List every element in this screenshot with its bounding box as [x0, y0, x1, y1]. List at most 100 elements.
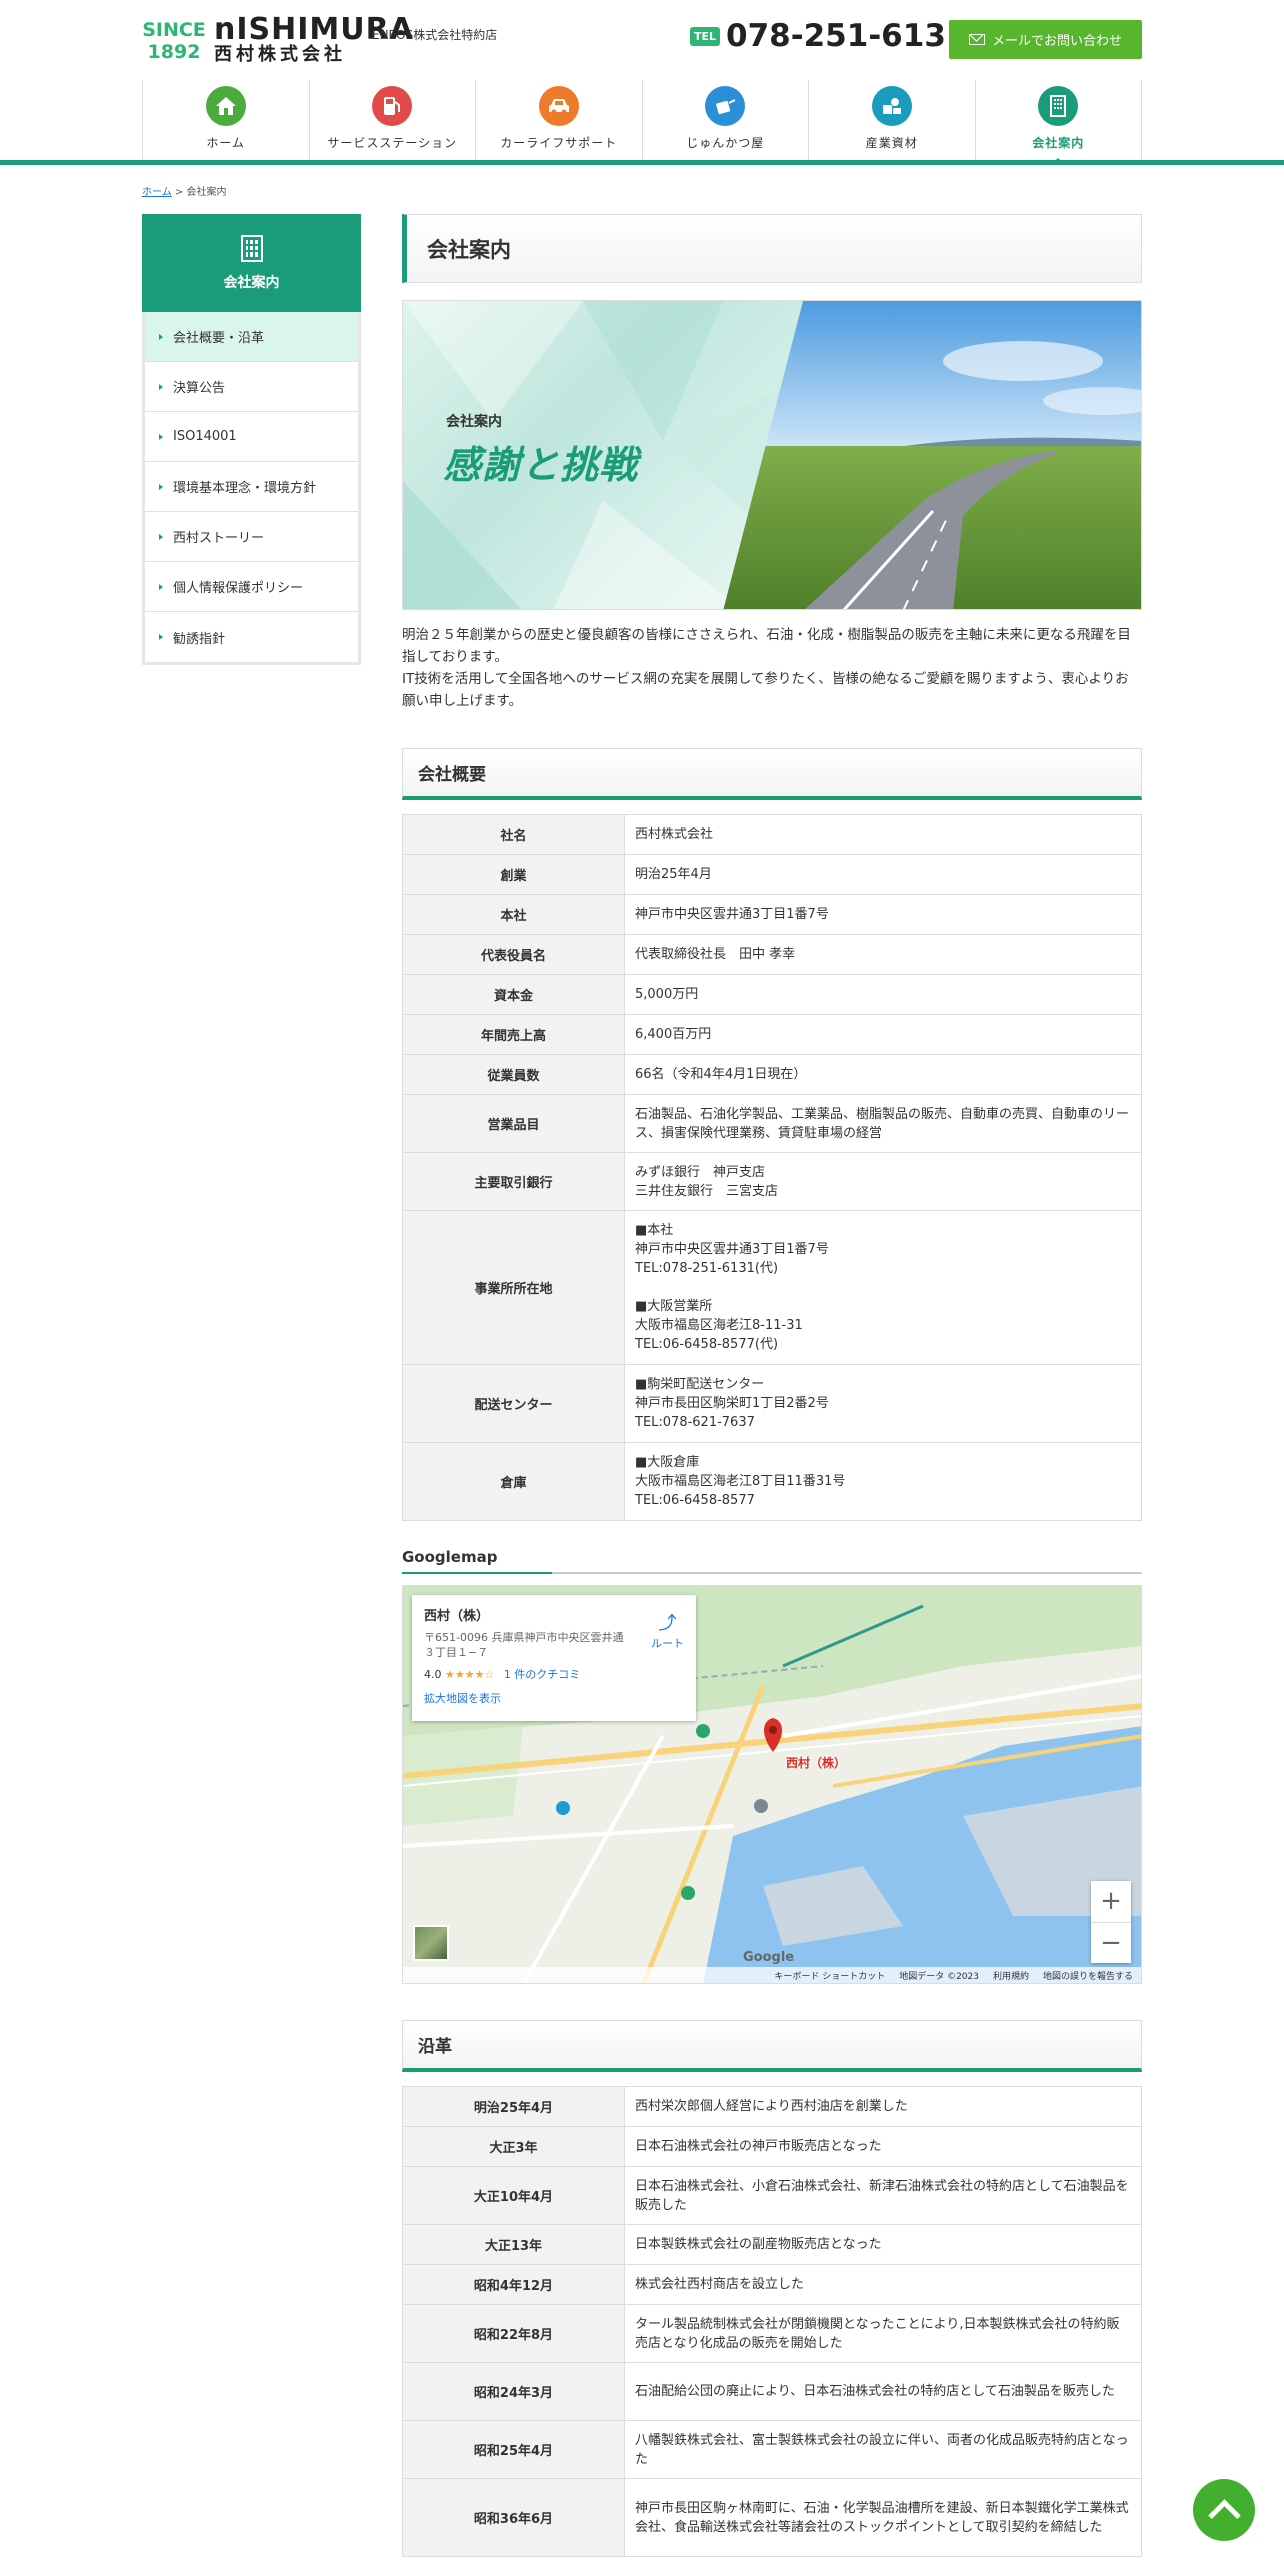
breadcrumb-separator: > — [174, 187, 184, 198]
nav-item-service-station[interactable]: サービスステーション — [308, 80, 476, 160]
history-row: 大正13年 日本製鉄株式会社の副産物販売店となった — [402, 2224, 1142, 2265]
value-line: TEL:06-6458-8577(代) — [635, 1337, 779, 1352]
value-line: 代表取締役社長 田中 孝幸 — [635, 947, 796, 962]
row-label: 主要取引銀行 — [402, 1152, 625, 1211]
breadcrumb-home-link[interactable]: ホーム — [142, 187, 172, 198]
report-error-link[interactable]: 地図の誤りを報告する — [1043, 1969, 1133, 1982]
value-line: 八幡製鉄株式会社、富士製鉄株式会社の設立に伴い、両者の化成品販売特約店となった — [635, 2432, 1129, 2467]
overview-table: 社名 西村株式会社 創業 明治25年4月 本社 神戸市中央区雲井通3丁目1番7号 代表役員名… — [402, 814, 1142, 1521]
map-marker-label[interactable]: 西村（株） — [786, 1754, 846, 1771]
row-value: 日本石油株式会社の神戸市販売店となった — [624, 2126, 1142, 2167]
row-value: 6,400百万円 — [624, 1014, 1142, 1055]
mail-icon — [968, 34, 985, 45]
overview-row: 倉庫 ■大阪倉庫 大阪市福島区海老江8丁目11番31号 TEL:06-6458-857… — [402, 1442, 1142, 1521]
overview-row: 資本金 5,000万円 — [402, 974, 1142, 1015]
map-info-card: 西村（株） 〒651-0096 兵庫県神戸市中央区雲井通３丁目１−７ 4.0 ★… — [412, 1595, 696, 1721]
directions-button[interactable]: ⤴ ルート — [651, 1609, 684, 1651]
row-value: 神戸市中央区雲井通3丁目1番7号 — [624, 894, 1142, 935]
overview-row: 主要取引銀行 みずほ銀行 神戸支店 三井住友銀行 三宮支店 — [402, 1152, 1142, 1211]
overview-row: 社名 西村株式会社 — [402, 814, 1142, 855]
nav-item-company[interactable]: 会社案内 — [974, 80, 1142, 165]
value-line: 三井住友銀行 三宮支店 — [635, 1183, 779, 1199]
value-line: 明治25年4月 — [635, 867, 712, 882]
row-label: 資本金 — [402, 974, 625, 1015]
nav-item-carlife-support[interactable]: カーライフサポート — [475, 80, 642, 160]
row-value: 西村栄次郎個人経営により西村油店を創業した — [624, 2086, 1142, 2127]
nav-item-industrial-materials[interactable]: 産業資材 — [808, 80, 975, 160]
zoom-in-button[interactable]: + — [1091, 1881, 1131, 1923]
value-line: タール製品統制株式会社が閉鎖機関となったことにより,日本製鉄株式会社の特約販売店… — [635, 2316, 1120, 2351]
overview-row: 事業所所在地 ■本社 神戸市中央区雲井通3丁目1番7号 TEL:078-251-613… — [402, 1210, 1142, 1365]
global-nav: ホーム サービスステーション カーライフサポート じゅんかつ屋 産業資材 会社案… — [142, 80, 1142, 165]
sidebar-item-solicitation-policy[interactable]: 勧誘指針 — [145, 612, 358, 662]
row-label: 従業員数 — [402, 1054, 625, 1095]
header-phone[interactable]: TEL 078-251-6131 — [690, 18, 967, 54]
oil-can-icon — [705, 86, 746, 126]
history-row: 昭和24年3月 石油配給公団の廃止により、日本石油株式会社の特約店として石油製品を… — [402, 2362, 1142, 2421]
overview-row: 創業 明治25年4月 — [402, 854, 1142, 895]
row-value: 神戸市長田区駒ヶ林南町に、石油・化学製品油槽所を建設、新日本製鐵化学工業株式会社… — [624, 2478, 1142, 2557]
value-line: 大阪市福島区海老江8-11-31 — [635, 1318, 803, 1333]
keyboard-shortcuts-link[interactable]: キーボード ショートカット — [774, 1969, 885, 1982]
intro-paragraph: 明治２５年創業からの歴史と優良顧客の皆様にささえられ、石油・化成・樹脂製品の販売… — [402, 627, 1131, 665]
map-place-name: 西村（株） — [424, 1609, 490, 1624]
row-label: 昭和24年3月 — [402, 2362, 625, 2421]
row-value: 日本石油株式会社、小倉石油株式会社、新津石油株式会社の特約店として石油製品を販売… — [624, 2166, 1142, 2225]
history-row: 明治25年4月 西村栄次郎個人経営により西村油店を創業した — [402, 2086, 1142, 2127]
value-line: 神戸市長田区駒栄町1丁目2番2号 — [635, 1396, 829, 1411]
value-line: TEL:06-6458-8577 — [635, 1493, 755, 1508]
row-label: 配送センター — [402, 1364, 625, 1443]
nav-item-home[interactable]: ホーム — [142, 80, 309, 160]
sidebar: 会社案内 会社概要・沿革 決算公告 ISO14001 環境基本理念・環境方針 西… — [142, 214, 361, 665]
row-label: 昭和4年12月 — [402, 2264, 625, 2305]
nav-label: ホーム — [206, 136, 246, 150]
row-value: みずほ銀行 神戸支店 三井住友銀行 三宮支店 — [624, 1152, 1142, 1211]
reviews-link[interactable]: 1 件のクチコミ — [504, 1668, 581, 1681]
row-label: 昭和22年8月 — [402, 2304, 625, 2363]
tel-number[interactable]: 078-251-6131 — [726, 18, 967, 54]
mail-contact-label: メールでお問い合わせ — [991, 34, 1122, 49]
section-heading-history: 沿革 — [402, 2020, 1142, 2072]
sidebar-item-financial-statements[interactable]: 決算公告 — [145, 362, 358, 412]
view-larger-map-link[interactable]: 拡大地図を表示 — [424, 1690, 684, 1706]
overview-row: 営業品目 石油製品、石油化学製品、工業薬品、樹脂製品の販売、自動車の売買、自動車の… — [402, 1094, 1142, 1153]
nav-item-junkatsuya[interactable]: じゅんかつ屋 — [641, 80, 809, 160]
terms-link[interactable]: 利用規約 — [993, 1969, 1029, 1982]
nav-label: 産業資材 — [865, 136, 918, 150]
directions-label: ルート — [651, 1637, 684, 1650]
site-header: SINCE 1892 nISHIMURA 西村株式会社 ENEOS株式会社特約店… — [0, 0, 1284, 165]
hero-subtitle: 会社案内 — [446, 414, 502, 430]
row-value: 日本製鉄株式会社の副産物販売店となった — [624, 2224, 1142, 2265]
row-value: 株式会社西村商店を設立した — [624, 2264, 1142, 2305]
value-line: 西村株式会社 — [635, 827, 714, 842]
back-to-top-button[interactable] — [1193, 2479, 1255, 2541]
sidebar-item-iso14001[interactable]: ISO14001 — [145, 412, 358, 462]
hero-headline: 感謝と挑戦 — [443, 443, 639, 487]
mail-contact-button[interactable]: メールでお問い合わせ — [949, 20, 1142, 59]
value-line: 日本石油株式会社、小倉石油株式会社、新津石油株式会社の特約店として石油製品を販売… — [635, 2178, 1129, 2213]
nav-label: 会社案内 — [1032, 136, 1085, 150]
google-map[interactable]: 西村（株） 西村（株） 〒651-0096 兵庫県神戸市中央区雲井通３丁目１−７… — [402, 1585, 1142, 1984]
zoom-out-button[interactable]: − — [1091, 1923, 1131, 1964]
intro-text: 明治２５年創業からの歴史と優良顧客の皆様にささえられ、石油・化成・樹脂製品の販売… — [402, 624, 1142, 712]
map-zoom-control: + − — [1091, 1881, 1131, 1963]
row-label: 代表役員名 — [402, 934, 625, 975]
value-line: ■駒栄町配送センター — [635, 1377, 765, 1392]
sidebar-item-overview-history[interactable]: 会社概要・沿革 — [145, 312, 358, 362]
dealer-note: ENEOS株式会社特約店 — [372, 28, 498, 42]
sidebar-item-nishimura-story[interactable]: 西村ストーリー — [145, 512, 358, 562]
value-line: TEL:078-621-7637 — [635, 1415, 755, 1430]
row-label: 昭和25年4月 — [402, 2420, 625, 2479]
sidebar-item-privacy-policy[interactable]: 個人情報保護ポリシー — [145, 562, 358, 612]
page-title: 会社案内 — [402, 214, 1142, 283]
nav-label: カーライフサポート — [500, 136, 618, 150]
value-line: 66名（令和4年4月1日現在） — [635, 1067, 807, 1082]
overview-row: 年間売上高 6,400百万円 — [402, 1014, 1142, 1055]
main-content: 会社案内 会社案内 感謝と挑戦 明治２５年創業からの歴史と優良顧客の皆様にささえ… — [402, 214, 1142, 2557]
row-label: 明治25年4月 — [402, 2086, 625, 2127]
sidebar-item-environment-policy[interactable]: 環境基本理念・環境方針 — [145, 462, 358, 512]
value-line: ■本社 — [635, 1223, 674, 1238]
sidebar-header: 会社案内 — [142, 214, 361, 312]
home-icon — [205, 86, 246, 126]
satellite-toggle[interactable] — [413, 1925, 449, 1961]
